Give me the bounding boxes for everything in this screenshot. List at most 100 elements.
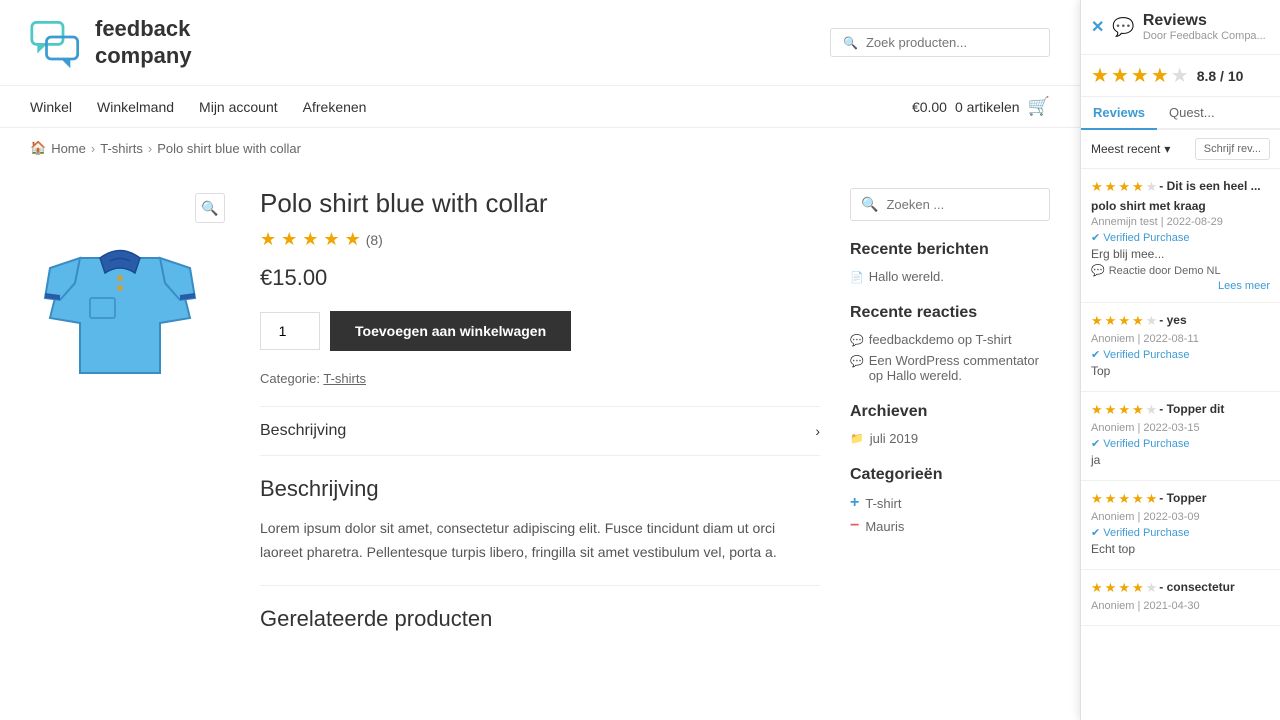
cart-icon[interactable]: 🛒 bbox=[1028, 96, 1050, 117]
category-link[interactable]: T-shirts bbox=[323, 371, 366, 386]
nav-afrekenen[interactable]: Afrekenen bbox=[303, 99, 367, 115]
category-link-mauris[interactable]: Mauris bbox=[865, 519, 904, 534]
logo-icon bbox=[30, 15, 85, 70]
reviews-panel-subtitle: Door Feedback Compa... bbox=[1143, 30, 1266, 42]
description-section: Beschrijving Lorem ipsum dolor sit amet,… bbox=[260, 456, 820, 585]
folder-icon: 📁 bbox=[850, 432, 864, 445]
review-stars: ★★★★★- Dit is een heel ... bbox=[1091, 179, 1270, 195]
comment-link-1[interactable]: T-shirt bbox=[975, 332, 1011, 347]
star-2: ★ bbox=[281, 229, 297, 250]
reviews-panel: ✕ 💬 Reviews Door Feedback Compa... ★ ★ ★… bbox=[1080, 0, 1280, 720]
review-text: Top bbox=[1091, 364, 1270, 378]
breadcrumb-tshirts[interactable]: T-shirts bbox=[100, 141, 143, 156]
tab-questions[interactable]: Quest... bbox=[1157, 97, 1227, 130]
review-stars: ★★★★★- Topper dit bbox=[1091, 402, 1270, 418]
rating-summary: ★ ★ ★ ★ ★ 8.8 / 10 bbox=[1081, 55, 1280, 97]
sidebar-comment-2: 💬 Een WordPress commentator op Hallo wer… bbox=[850, 353, 1050, 383]
review-subtitle: polo shirt met kraag bbox=[1091, 199, 1270, 213]
description-title: Beschrijving bbox=[260, 476, 820, 502]
review-item: ★★★★★- consecteturAnoniem | 2021-04-30 bbox=[1081, 570, 1280, 626]
reviews-toolbar: Meest recent ▾ Schrijf rev... bbox=[1081, 130, 1280, 169]
search-input[interactable] bbox=[866, 35, 1037, 50]
review-text: Echt top bbox=[1091, 542, 1270, 556]
close-reviews-button[interactable]: ✕ bbox=[1091, 17, 1104, 37]
review-item: ★★★★★- Topper ditAnoniem | 2022-03-15✔Ve… bbox=[1081, 392, 1280, 481]
r-star: ★ bbox=[1146, 491, 1158, 507]
add-to-cart-button[interactable]: Toevoegen aan winkelwagen bbox=[330, 311, 571, 351]
comment-author-link-2[interactable]: Een WordPress commentator bbox=[869, 353, 1039, 368]
big-star-3: ★ bbox=[1131, 63, 1149, 88]
tab-arrow-icon: › bbox=[815, 423, 820, 439]
write-review-button[interactable]: Schrijf rev... bbox=[1195, 138, 1270, 160]
star-3: ★ bbox=[302, 229, 318, 250]
recent-posts-title: Recente berichten bbox=[850, 241, 1050, 259]
review-meta: Anoniem | 2022-03-09 bbox=[1091, 511, 1270, 523]
breadcrumb-home[interactable]: Home bbox=[51, 141, 86, 156]
r-star: ★ bbox=[1132, 580, 1144, 596]
cart-items-count: 0 artikelen bbox=[955, 99, 1020, 115]
reviews-panel-title: Reviews bbox=[1143, 12, 1266, 30]
product-area: 🔍 bbox=[30, 188, 820, 647]
recent-post-link[interactable]: Hallo wereld. bbox=[869, 269, 944, 284]
breadcrumb-sep2: › bbox=[148, 141, 152, 156]
tab-beschrijving[interactable]: Beschrijving › bbox=[260, 407, 820, 456]
lees-meer-link[interactable]: Lees meer bbox=[1091, 280, 1270, 292]
review-item: ★★★★★- Dit is een heel ... polo shirt met… bbox=[1081, 169, 1280, 303]
review-stars: ★★★★★- yes bbox=[1091, 313, 1270, 329]
sidebar-categories: Categorieën + T-shirt − Mauris bbox=[850, 466, 1050, 535]
nav-mijn-account[interactable]: Mijn account bbox=[199, 99, 278, 115]
sidebar-comment-1: 💬 feedbackdemo op T-shirt bbox=[850, 332, 1050, 347]
product-title: Polo shirt blue with collar bbox=[260, 188, 820, 219]
sidebar-search-input[interactable] bbox=[886, 197, 1039, 212]
review-meta: Annemijn test | 2022-08-29 bbox=[1091, 216, 1270, 228]
r-star: ★ bbox=[1118, 179, 1130, 195]
r-star: ★ bbox=[1105, 179, 1117, 195]
big-star-1: ★ bbox=[1091, 63, 1109, 88]
zoom-icon[interactable]: 🔍 bbox=[195, 193, 225, 223]
breadcrumb: 🏠 Home › T-shirts › Polo shirt blue with… bbox=[0, 128, 1080, 168]
star-half: ★ bbox=[345, 229, 361, 250]
cart-area: €0.00 0 artikelen 🛒 bbox=[912, 96, 1050, 117]
category-item-tshirt: + T-shirt bbox=[850, 494, 1050, 512]
category-item-mauris: − Mauris bbox=[850, 517, 1050, 535]
header-search-box[interactable]: 🔍 bbox=[830, 28, 1050, 57]
quantity-input[interactable] bbox=[260, 312, 320, 350]
r-star: ★ bbox=[1105, 402, 1117, 418]
comment-link-2[interactable]: Hallo wereld. bbox=[887, 368, 962, 383]
product-category: Categorie: T-shirts bbox=[260, 371, 820, 386]
review-title: - Topper bbox=[1159, 491, 1206, 507]
response-icon: 💬 bbox=[1091, 264, 1105, 277]
sidebar-recent-posts: Recente berichten 📄 Hallo wereld. bbox=[850, 241, 1050, 284]
reviews-panel-header: ✕ 💬 Reviews Door Feedback Compa... bbox=[1081, 0, 1280, 55]
r-star: ★ bbox=[1091, 313, 1103, 329]
recent-comments-title: Recente reacties bbox=[850, 304, 1050, 322]
tab-reviews[interactable]: Reviews bbox=[1081, 97, 1157, 130]
related-products-title: Gerelateerde producten bbox=[260, 585, 820, 647]
verified-badge: ✔Verified Purchase bbox=[1091, 526, 1270, 539]
r-star-empty: ★ bbox=[1146, 313, 1158, 329]
archive-link-1[interactable]: juli 2019 bbox=[870, 431, 918, 446]
nav-winkel[interactable]: Winkel bbox=[30, 99, 72, 115]
verified-badge: ✔Verified Purchase bbox=[1091, 231, 1270, 244]
site-header: feedback company 🔍 bbox=[0, 0, 1080, 86]
review-text: Erg blij mee... bbox=[1091, 247, 1270, 261]
tab-beschrijving-label: Beschrijving bbox=[260, 422, 346, 440]
reviews-tabs: Reviews Quest... bbox=[1081, 97, 1280, 130]
review-stars: ★★★★★- Topper bbox=[1091, 491, 1270, 507]
sort-button[interactable]: Meest recent ▾ bbox=[1091, 142, 1170, 156]
categories-title: Categorieën bbox=[850, 466, 1050, 484]
sidebar-post-item: 📄 Hallo wereld. bbox=[850, 269, 1050, 284]
big-star-half: ★ bbox=[1171, 63, 1189, 88]
star-4: ★ bbox=[323, 229, 339, 250]
logo-text: feedback company bbox=[95, 16, 192, 69]
nav-winkelmand[interactable]: Winkelmand bbox=[97, 99, 174, 115]
reviews-list: ★★★★★- Dit is een heel ... polo shirt met… bbox=[1081, 169, 1280, 626]
category-link-tshirt[interactable]: T-shirt bbox=[865, 496, 901, 511]
rating-stars: ★ ★ ★ ★ ★ bbox=[1091, 63, 1189, 88]
check-icon: ✔ bbox=[1091, 526, 1100, 539]
main-nav: Winkel Winkelmand Mijn account Afrekenen… bbox=[0, 86, 1080, 128]
sidebar-search-box[interactable]: 🔍 bbox=[850, 188, 1050, 221]
r-star: ★ bbox=[1091, 402, 1103, 418]
r-star: ★ bbox=[1132, 313, 1144, 329]
archive-item-1: 📁 juli 2019 bbox=[850, 431, 1050, 446]
